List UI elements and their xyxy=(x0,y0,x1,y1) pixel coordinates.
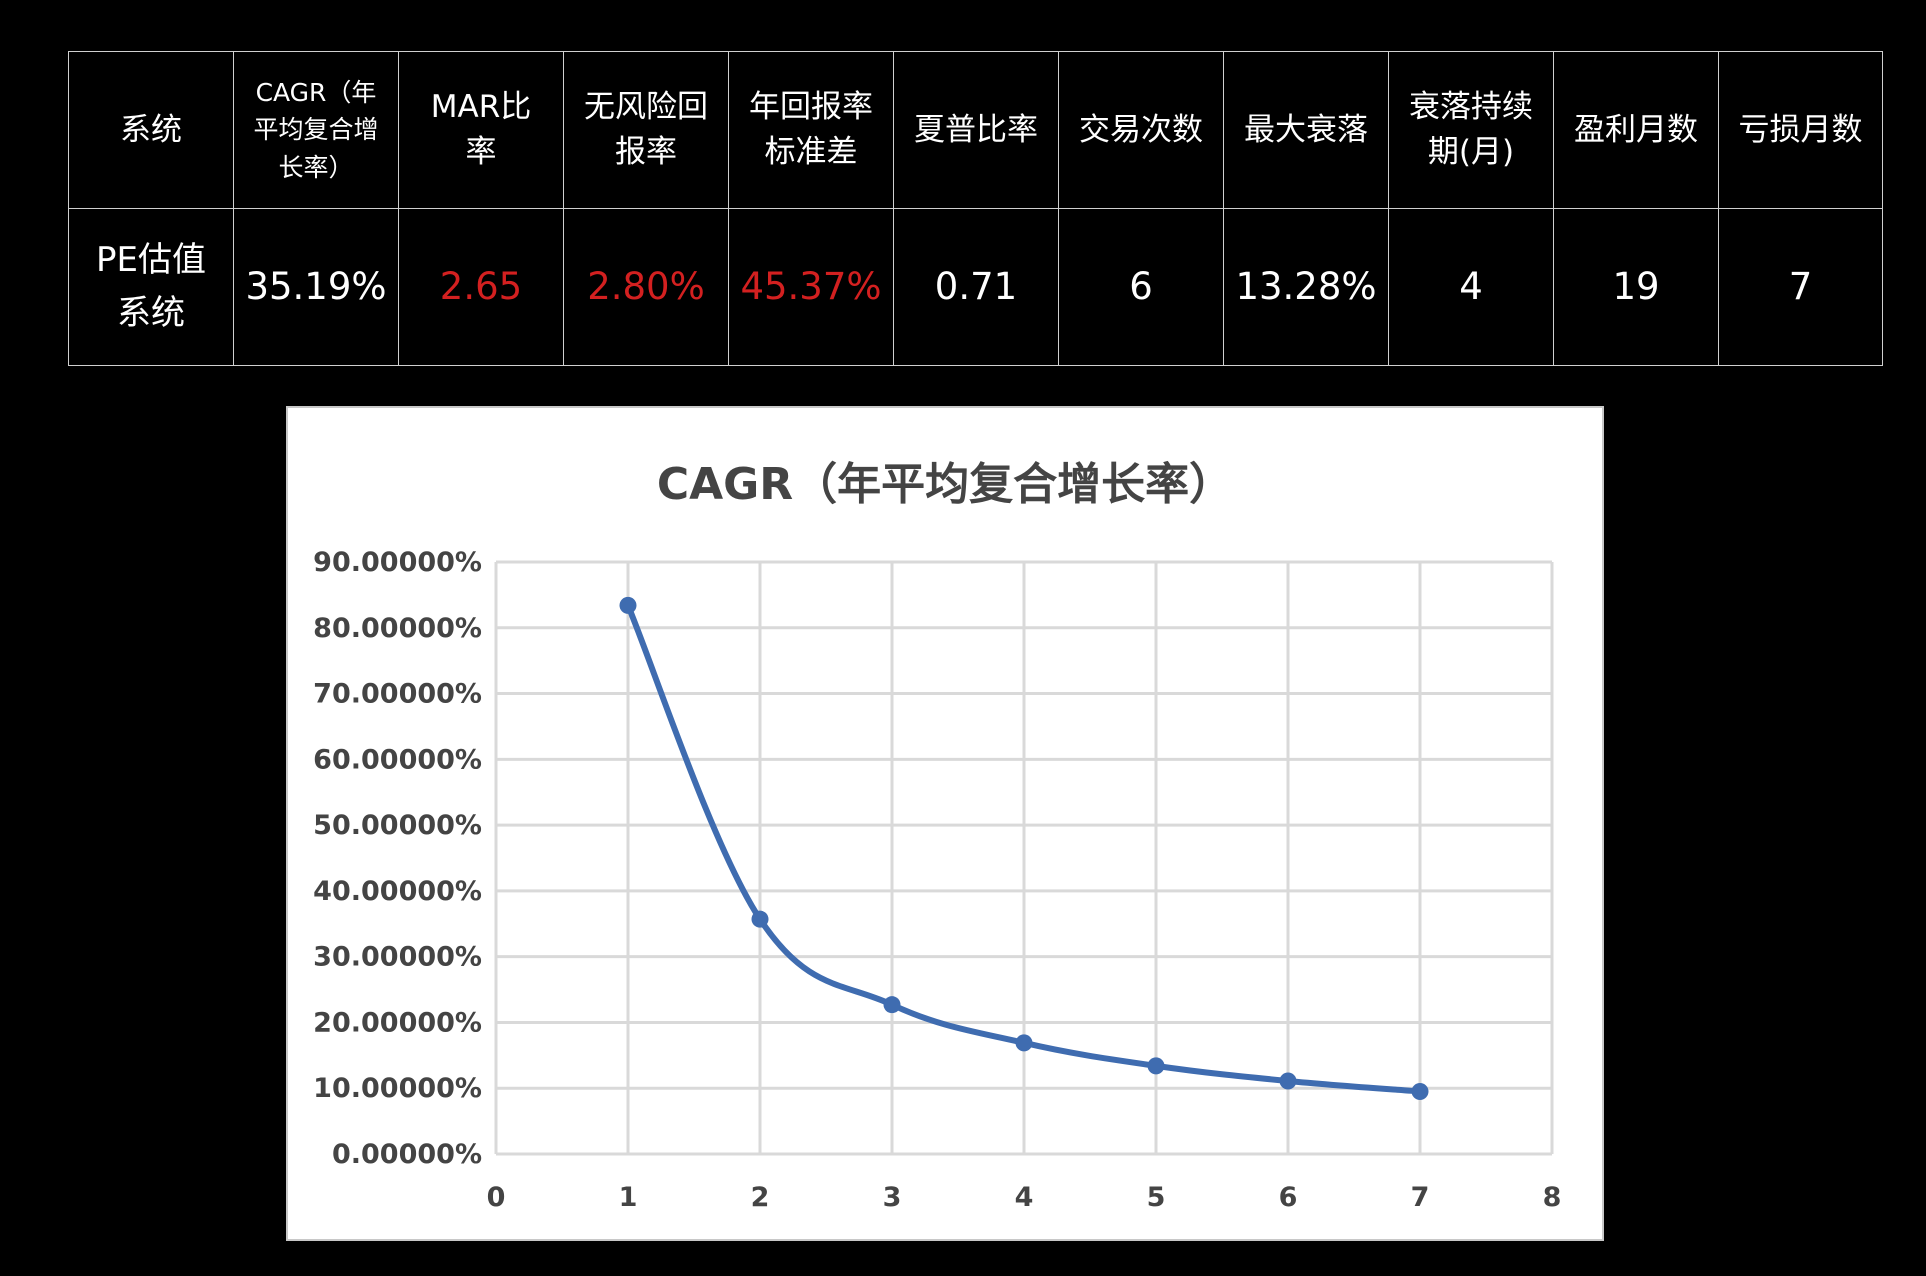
x-axis-ticks: 0 1 2 3 4 5 6 7 8 xyxy=(487,1182,1562,1213)
cagr-data-point xyxy=(1279,1072,1297,1090)
y-tick-label: 20.00000% xyxy=(313,1007,482,1038)
drawdown-duration-value: 4 xyxy=(1388,208,1554,366)
header-risk-free-return: 无风险回 报率 xyxy=(563,51,729,209)
y-axis-ticks: 0.00000% 10.00000% 20.00000% 30.00000% 40.00… xyxy=(313,547,482,1170)
chart-title: CAGR（年平均复合增长率） xyxy=(657,459,1233,510)
cagr-data-point xyxy=(619,596,637,614)
system-name-cell: PE估值 系统 xyxy=(68,208,234,366)
header-cagr: CAGR（年 平均复合增 长率） xyxy=(233,51,399,209)
header-mar-ratio: MAR比 率 xyxy=(398,51,564,209)
header-drawdown-duration: 衰落持续 期(月) xyxy=(1388,51,1554,209)
profit-months-value: 19 xyxy=(1553,208,1719,366)
header-sharpe-ratio: 夏普比率 xyxy=(893,51,1059,209)
header-row: 系统 CAGR（年 平均复合增 长率） MAR比 率 无风险回 报率 年回报率 … xyxy=(68,51,1883,209)
y-tick-label: 70.00000% xyxy=(313,679,482,710)
header-system: 系统 xyxy=(68,51,234,209)
cagr-data-point xyxy=(751,910,769,928)
header-return-stddev: 年回报率 标准差 xyxy=(728,51,894,209)
x-tick-label: 4 xyxy=(1015,1182,1034,1213)
grid-layer xyxy=(494,560,1554,1156)
header-trade-count: 交易次数 xyxy=(1058,51,1224,209)
x-tick-label: 7 xyxy=(1411,1182,1430,1213)
max-drawdown-value: 13.28% xyxy=(1223,208,1389,366)
loss-months-value: 7 xyxy=(1718,208,1883,366)
x-tick-label: 5 xyxy=(1147,1182,1166,1213)
mar-ratio-value: 2.65 xyxy=(398,208,564,366)
header-max-drawdown: 最大衰落 xyxy=(1223,51,1389,209)
header-profit-months: 盈利月数 xyxy=(1553,51,1719,209)
x-tick-label: 8 xyxy=(1543,1182,1562,1213)
x-tick-label: 1 xyxy=(619,1182,638,1213)
trade-count-value: 6 xyxy=(1058,208,1224,366)
y-tick-label: 30.00000% xyxy=(313,942,482,973)
x-tick-label: 6 xyxy=(1279,1182,1298,1213)
table-row: PE估值 系统 35.19% 2.65 2.80% 45.37% 0.71 6 … xyxy=(68,208,1883,366)
y-tick-label: 80.00000% xyxy=(313,613,482,644)
header-loss-months: 亏损月数 xyxy=(1718,51,1883,209)
y-tick-label: 0.00000% xyxy=(332,1139,482,1170)
x-tick-label: 0 xyxy=(487,1182,506,1213)
cagr-chart-svg: CAGR（年平均复合增长率） 0.00000%10.00000%20.00000… xyxy=(313,459,1562,1213)
return-stddev-value: 45.37% xyxy=(728,208,894,366)
cagr-value: 35.19% xyxy=(233,208,399,366)
cagr-chart: CAGR（年平均复合增长率） 0.00000% 10.00000% 20.00000… xyxy=(286,406,1604,1241)
y-tick-label: 10.00000% xyxy=(313,1073,482,1104)
risk-free-return-value: 2.80% xyxy=(563,208,729,366)
y-tick-label: 90.00000% xyxy=(313,547,482,578)
y-tick-label: 60.00000% xyxy=(313,744,482,775)
sharpe-ratio-value: 0.71 xyxy=(893,208,1059,366)
cagr-data-point xyxy=(1411,1083,1429,1101)
y-tick-label: 40.00000% xyxy=(313,876,482,907)
x-tick-label: 2 xyxy=(751,1182,770,1213)
x-tick-label: 3 xyxy=(883,1182,902,1213)
cagr-data-point xyxy=(883,996,901,1014)
stats-table: 系统 CAGR（年 平均复合增 长率） MAR比 率 无风险回 报率 年回报率 … xyxy=(68,51,1883,366)
cagr-data-point xyxy=(1147,1057,1165,1075)
cagr-data-point xyxy=(1015,1034,1033,1052)
y-tick-label: 50.00000% xyxy=(313,810,482,841)
